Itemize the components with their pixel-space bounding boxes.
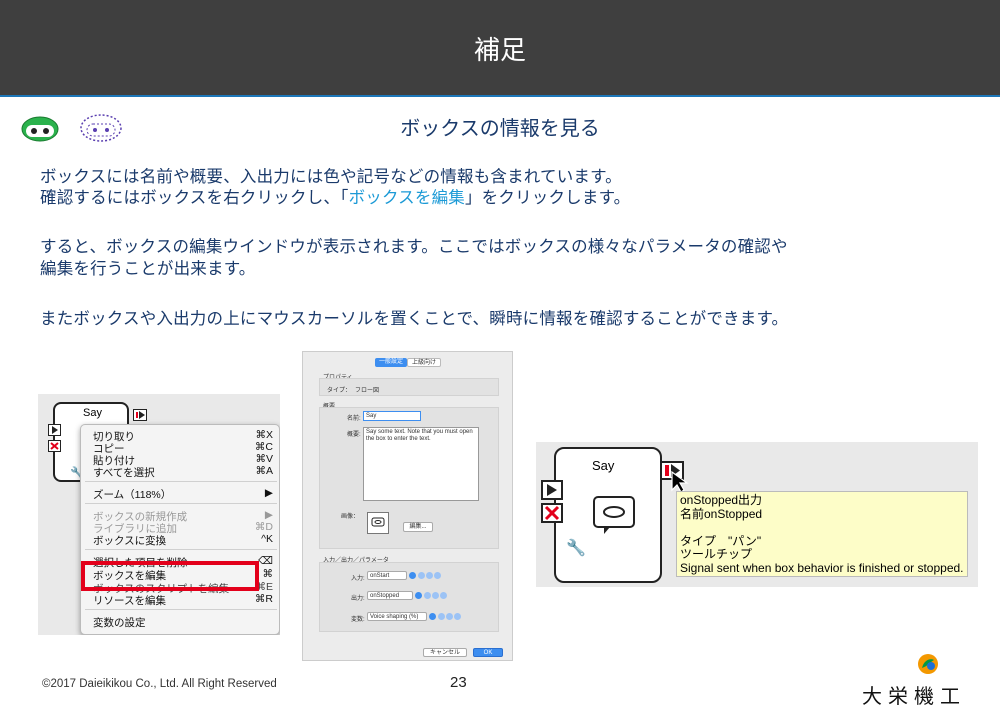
variable-add-icon[interactable]	[438, 613, 445, 620]
tooltip-line: ツールチップ	[680, 547, 753, 561]
tooltip-line	[680, 521, 964, 535]
company-logo-icon	[918, 654, 938, 674]
input-port-icon	[48, 424, 61, 436]
paragraph-2-line-1: すると、ボックスの編集ウインドウが表示されます。ここではボックスの様々なパラメー…	[40, 237, 788, 256]
paragraph-3-line-1: またボックスや入出力の上にマウスカーソルを置くことで、瞬時に情報を確認することが…	[40, 309, 789, 328]
output-label: 出力:	[351, 596, 365, 602]
image-label: 画像：	[341, 514, 360, 520]
paragraph-text: 確認するにはボックスを右クリックし、「	[40, 188, 349, 207]
edit-box-dialog-screenshot: 一般設定 上級向け プロパティ タイプ： フロー図 概要 名前: Say 概要:…	[302, 351, 513, 661]
menu-item-paste[interactable]: 貼り付け ⌘V	[93, 453, 273, 467]
variable-edit-icon[interactable]	[446, 613, 453, 620]
variable-remove-icon[interactable]	[454, 613, 461, 620]
menu-item-edit-resources[interactable]: リソースを編集 ⌘R	[93, 593, 273, 607]
tooltip-line: Signal sent when box behavior is finishe…	[680, 560, 964, 575]
slide-title: 補足	[473, 36, 526, 66]
ok-button[interactable]: OK	[473, 648, 503, 657]
cancel-button[interactable]: キャンセル	[423, 648, 467, 657]
type-label: タイプ：	[327, 388, 352, 394]
tooltip-screenshot: Say 🔧 onStopped出力 名前onStopped タイプ "パン" ツ…	[536, 442, 978, 587]
company-logo-text: 大栄機工	[862, 684, 966, 708]
type-value: フロー図	[355, 388, 380, 394]
port-tooltip: onStopped出力 名前onStopped タイプ "パン" ツールチップ …	[676, 491, 968, 577]
page-number: 23	[450, 674, 467, 691]
tab-advanced[interactable]: 上級向け	[407, 358, 441, 367]
box-name-label: Say	[83, 407, 102, 419]
box-name-label: Say	[592, 458, 615, 473]
menu-separator	[85, 609, 277, 610]
menu-item-select-all[interactable]: すべてを選択 ⌘A	[93, 465, 273, 479]
description-field[interactable]: Say some text. Note that you must open t…	[363, 427, 479, 501]
tooltip-line: onStopped出力	[680, 493, 763, 507]
highlight-frame	[81, 561, 259, 591]
name-field[interactable]: Say	[363, 411, 421, 421]
menu-item-cut[interactable]: 切り取り ⌘X	[93, 429, 273, 443]
context-menu: 切り取り ⌘X コピー ⌘C 貼り付け ⌘V すべてを選択 ⌘A ズーム（118%） ▶ …	[80, 424, 280, 635]
edit-box-link-text: ボックスを編集	[348, 188, 465, 207]
output-edit-icon[interactable]	[432, 592, 439, 599]
input-dropdown-icon[interactable]	[409, 572, 416, 579]
output-add-icon[interactable]	[424, 592, 431, 599]
menu-separator	[85, 549, 277, 550]
menu-item-copy[interactable]: コピー ⌘C	[93, 441, 273, 455]
variable-select[interactable]: Voice shaping (%)	[367, 612, 427, 621]
menu-item-new-box[interactable]: ボックスの新規作成 ▶	[93, 509, 273, 523]
context-menu-screenshot: Say 🔧 切り取り ⌘X コピー ⌘C 貼り付け ⌘V すべてを選択 ⌘A ズーム（1…	[38, 394, 280, 635]
input-add-icon[interactable]	[418, 572, 425, 579]
input-port-icon	[541, 480, 563, 500]
output-port-icon	[133, 409, 147, 421]
input-label: 入力:	[351, 576, 365, 582]
speech-bubble-icon	[593, 496, 635, 534]
variable-dropdown-icon[interactable]	[429, 613, 436, 620]
edit-image-button[interactable]: 編集...	[403, 522, 433, 532]
tab-general[interactable]: 一般設定	[375, 358, 407, 367]
copyright-text: ©2017 Daieikikou Co., Ltd. All Right Res…	[42, 678, 277, 690]
paragraph-2-line-2: 編集を行うことが出来ます。	[40, 259, 256, 278]
menu-item-convert-to-box[interactable]: ボックスに変換 ^K	[93, 533, 273, 547]
paragraph-1-line-1: ボックスには名前や概要、入出力には色や記号などの情報も含まれています。	[40, 167, 622, 186]
input-edit-icon[interactable]	[426, 572, 433, 579]
menu-separator	[85, 503, 277, 504]
wrench-icon: 🔧	[566, 538, 586, 557]
tooltip-line: 名前onStopped	[680, 506, 763, 521]
output-remove-icon[interactable]	[440, 592, 447, 599]
paragraph-1-line-2: 確認するにはボックスを右クリックし、「ボックスを編集」をクリックします。	[40, 187, 630, 208]
name-label: 名前:	[347, 416, 361, 422]
stop-port-icon	[541, 503, 563, 523]
input-select[interactable]: onStart	[367, 571, 407, 580]
slide-header: 補足	[0, 0, 1000, 97]
output-select[interactable]: onStopped	[367, 591, 413, 600]
say-box: Say	[554, 447, 662, 583]
section-subtitle: ボックスの情報を見る	[400, 116, 600, 140]
menu-item-zoom[interactable]: ズーム（118%） ▶	[93, 487, 273, 501]
variable-label: 変数:	[351, 617, 365, 623]
input-remove-icon[interactable]	[434, 572, 441, 579]
paragraph-text: 」をクリックします。	[464, 188, 631, 207]
speech-bubble-icon	[371, 517, 385, 527]
box-image-preview	[367, 512, 389, 534]
tooltip-line: タイプ "パン"	[680, 533, 762, 548]
menu-item-variable-settings[interactable]: 変数の設定	[93, 615, 273, 629]
menu-separator	[85, 481, 277, 482]
menu-item-add-to-library[interactable]: ライブラリに追加 ⌘D	[93, 521, 273, 535]
stop-port-icon	[48, 440, 61, 452]
description-label: 概要:	[347, 432, 361, 438]
output-dropdown-icon[interactable]	[415, 592, 422, 599]
